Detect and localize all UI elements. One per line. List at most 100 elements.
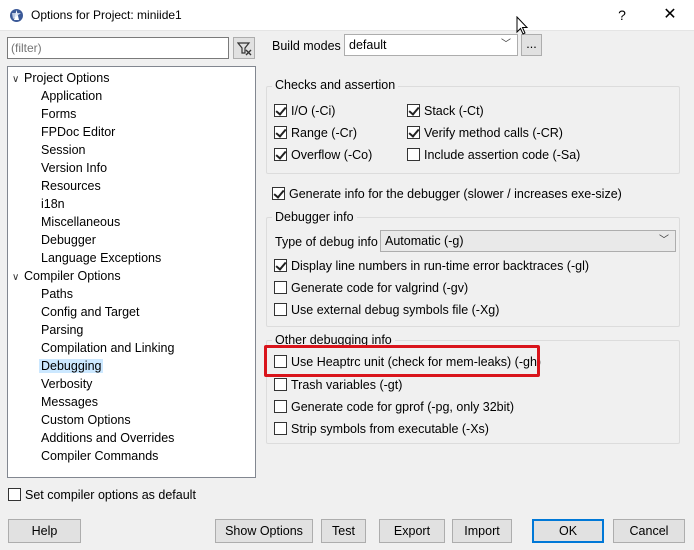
check-overflow-label: Overflow (-Co): [291, 148, 373, 162]
trash-variables-label: Trash variables (-gt): [291, 378, 403, 392]
expand-chevron-icon[interactable]: ∨: [12, 269, 24, 287]
check-io-label: I/O (-Ci): [291, 104, 336, 118]
debug-type-combo[interactable]: Automatic (-g) ﹀: [380, 230, 676, 252]
check-stack-row[interactable]: Stack (-Ct): [407, 103, 484, 121]
tree-item-label: Additions and Overrides: [41, 431, 175, 445]
check-range-checkbox[interactable]: [274, 126, 287, 139]
generate-info-label: Generate info for the debugger (slower /…: [289, 187, 622, 201]
mouse-cursor-icon: [516, 15, 530, 39]
tree-item[interactable]: Language Exceptions: [41, 249, 161, 267]
tree-item[interactable]: Application: [41, 87, 102, 105]
export-button[interactable]: Export: [379, 519, 445, 543]
tree-item-label: Language Exceptions: [41, 251, 162, 265]
check-verify-checkbox[interactable]: [407, 126, 420, 139]
trash-variables-checkbox[interactable]: [274, 378, 287, 391]
tree-item[interactable]: Compilation and Linking: [41, 339, 174, 357]
import-button[interactable]: Import: [452, 519, 512, 543]
set-default-label: Set compiler options as default: [25, 488, 196, 502]
check-overflow-row[interactable]: Overflow (-Co): [274, 147, 372, 165]
tree-item-label: Debugging: [39, 359, 104, 373]
strip-symbols-row[interactable]: Strip symbols from executable (-Xs): [274, 421, 489, 439]
external-symbols-row[interactable]: Use external debug symbols file (-Xg): [274, 302, 499, 320]
build-modes-value: default: [349, 38, 387, 52]
tree-item[interactable]: i18n: [41, 195, 65, 213]
valgrind-row[interactable]: Generate code for valgrind (-gv): [274, 280, 468, 298]
tree-item-label: Project Options: [24, 71, 110, 85]
check-assertion-row[interactable]: Include assertion code (-Sa): [407, 147, 580, 165]
debugger-info-title: Debugger info: [272, 210, 357, 224]
tree-item[interactable]: Compiler Commands: [41, 447, 158, 465]
check-verify-row[interactable]: Verify method calls (-CR): [407, 125, 563, 143]
check-range-row[interactable]: Range (-Cr): [274, 125, 357, 143]
check-io-checkbox[interactable]: [274, 104, 287, 117]
ok-button[interactable]: OK: [532, 519, 604, 543]
tree-item[interactable]: Parsing: [41, 321, 83, 339]
help-icon[interactable]: ?: [612, 5, 632, 25]
gprof-row[interactable]: Generate code for gprof (-pg, only 32bit…: [274, 399, 514, 417]
external-symbols-checkbox[interactable]: [274, 303, 287, 316]
filter-input[interactable]: [7, 37, 229, 59]
lazarus-app-icon: [9, 8, 24, 23]
debug-type-label: Type of debug info: [275, 235, 378, 249]
tree-item[interactable]: Resources: [41, 177, 101, 195]
expand-chevron-icon[interactable]: ∨: [12, 71, 24, 89]
options-tree[interactable]: ∨ Project Options Application Forms FPDoc Ed…: [7, 66, 256, 478]
tree-item-label: Version Info: [41, 161, 108, 175]
valgrind-checkbox[interactable]: [274, 281, 287, 294]
tree-item[interactable]: Version Info: [41, 159, 107, 177]
gprof-checkbox[interactable]: [274, 400, 287, 413]
generate-info-row[interactable]: Generate info for the debugger (slower /…: [272, 186, 622, 204]
window-title: Options for Project: miniide1: [31, 8, 182, 22]
tree-node[interactable]: ∨ Project Options: [12, 69, 109, 87]
tree-item[interactable]: Debugging: [39, 357, 104, 375]
check-verify-label: Verify method calls (-CR): [424, 126, 563, 140]
check-stack-checkbox[interactable]: [407, 104, 420, 117]
tree-node[interactable]: ∨ Compiler Options: [12, 267, 121, 285]
strip-symbols-label: Strip symbols from executable (-Xs): [291, 422, 489, 436]
generate-info-checkbox[interactable]: [272, 187, 285, 200]
check-io-row[interactable]: I/O (-Ci): [274, 103, 335, 121]
tree-item-label: Custom Options: [41, 413, 131, 427]
tree-item-label: Compilation and Linking: [41, 341, 175, 355]
strip-symbols-checkbox[interactable]: [274, 422, 287, 435]
tree-item[interactable]: Forms: [41, 105, 76, 123]
tree-item-label: i18n: [41, 197, 65, 211]
valgrind-label: Generate code for valgrind (-gv): [291, 281, 469, 295]
show-options-button[interactable]: Show Options: [215, 519, 313, 543]
clear-filter-button[interactable]: [233, 37, 255, 59]
tree-item-label: Compiler Commands: [41, 449, 159, 463]
test-button[interactable]: Test: [321, 519, 366, 543]
trash-variables-row[interactable]: Trash variables (-gt): [274, 377, 402, 395]
tree-item[interactable]: Session: [41, 141, 85, 159]
tree-item-label: Verbosity: [41, 377, 93, 391]
tree-item[interactable]: Custom Options: [41, 411, 131, 429]
tree-item[interactable]: Verbosity: [41, 375, 92, 393]
line-numbers-checkbox[interactable]: [274, 259, 287, 272]
tree-item[interactable]: Miscellaneous: [41, 213, 120, 231]
check-stack-label: Stack (-Ct): [424, 104, 484, 118]
tree-item[interactable]: Messages: [41, 393, 98, 411]
tree-item-label: FPDoc Editor: [41, 125, 116, 139]
debug-type-value: Automatic (-g): [385, 234, 464, 248]
help-button[interactable]: Help: [8, 519, 81, 543]
check-assertion-checkbox[interactable]: [407, 148, 420, 161]
tree-item[interactable]: Paths: [41, 285, 73, 303]
set-default-checkbox-row[interactable]: Set compiler options as default: [8, 487, 196, 505]
check-assertion-label: Include assertion code (-Sa): [424, 148, 581, 162]
check-range-label: Range (-Cr): [291, 126, 357, 140]
checks-group-title: Checks and assertion: [272, 78, 399, 92]
close-icon[interactable]: ✕: [660, 5, 680, 25]
tree-item[interactable]: Config and Target: [41, 303, 139, 321]
tree-item-label: Miscellaneous: [41, 215, 121, 229]
build-modes-combo[interactable]: default ﹀: [344, 34, 518, 56]
tree-item[interactable]: Additions and Overrides: [41, 429, 174, 447]
check-overflow-checkbox[interactable]: [274, 148, 287, 161]
tree-item-label: Debugger: [41, 233, 96, 247]
line-numbers-row[interactable]: Display line numbers in run-time error b…: [274, 258, 589, 276]
tree-item[interactable]: FPDoc Editor: [41, 123, 115, 141]
tree-item[interactable]: Debugger: [41, 231, 96, 249]
set-default-checkbox[interactable]: [8, 488, 21, 501]
tree-item-label: Parsing: [41, 323, 84, 337]
cancel-button[interactable]: Cancel: [613, 519, 685, 543]
tree-item-label: Session: [41, 143, 86, 157]
